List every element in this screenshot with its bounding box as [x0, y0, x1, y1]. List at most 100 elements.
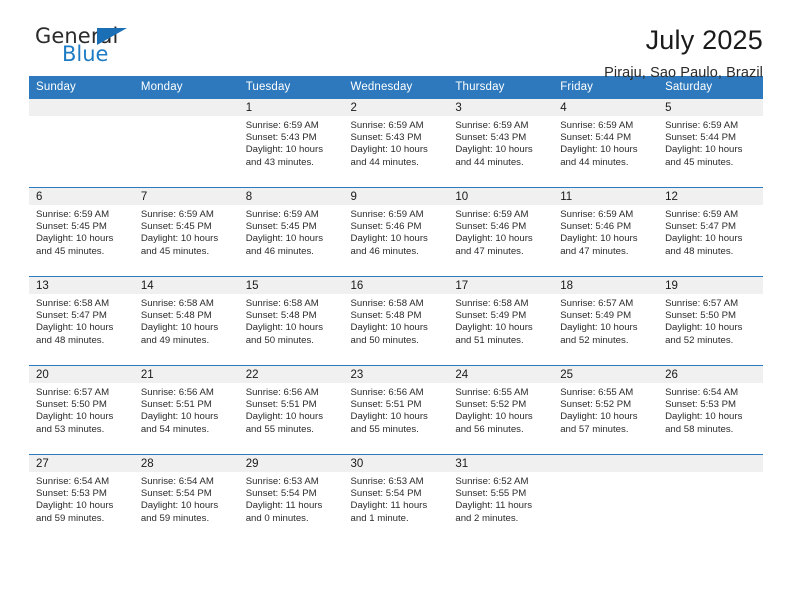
logo-text-blue: Blue — [62, 42, 109, 66]
calendar-day-cell[interactable]: 27 Sunrise: 6:54 AM Sunset: 5:53 PM Dayligh… — [29, 454, 134, 543]
calendar-day-cell[interactable]: 2 Sunrise: 6:59 AM Sunset: 5:43 PM Daylight… — [343, 99, 449, 188]
daylight-text: Daylight: 10 hours and 51 minutes. — [455, 322, 533, 346]
day-details: Sunrise: 6:53 AM Sunset: 5:54 PM Daylight:… — [239, 472, 344, 525]
calendar-day-cell[interactable]: 1 Sunrise: 6:59 AM Sunset: 5:43 PM Daylight… — [238, 99, 344, 188]
weekday-header-monday: Monday — [133, 76, 239, 99]
sunset-text: Sunset: 5:46 PM — [350, 221, 422, 233]
calendar-day-cell[interactable]: 14 Sunrise: 6:58 AM Sunset: 5:48 PM Dayligh… — [133, 276, 239, 366]
calendar-day-cell-empty — [29, 99, 134, 188]
sunset-text: Sunset: 5:48 PM — [245, 310, 317, 322]
day-number: 7 — [133, 188, 239, 205]
calendar-day-cell[interactable]: 18 Sunrise: 6:57 AM Sunset: 5:49 PM Dayligh… — [553, 276, 659, 366]
sunrise-text: Sunrise: 6:58 AM — [350, 298, 424, 309]
calendar-day-cell[interactable]: 30 Sunrise: 6:53 AM Sunset: 5:54 PM Dayligh… — [343, 454, 449, 543]
sunrise-text: Sunrise: 6:55 AM — [455, 387, 529, 398]
day-number: 23 — [343, 366, 449, 383]
sunrise-text: Sunrise: 6:58 AM — [245, 298, 319, 309]
calendar-day-cell[interactable]: 13 Sunrise: 6:58 AM Sunset: 5:47 PM Dayligh… — [29, 276, 134, 366]
calendar-week-row: 13 Sunrise: 6:58 AM Sunset: 5:47 PM Dayligh… — [29, 276, 763, 366]
daylight-text: Daylight: 10 hours and 49 minutes. — [140, 322, 219, 346]
day-number: 26 — [658, 366, 763, 383]
sunrise-text: Sunrise: 6:59 AM — [245, 209, 319, 220]
sunset-text: Sunset: 5:46 PM — [455, 221, 527, 233]
sunset-text: Sunset: 5:45 PM — [36, 221, 107, 233]
calendar-day-cell[interactable]: 3 Sunrise: 6:59 AM Sunset: 5:43 PM Daylight… — [448, 99, 554, 188]
day-details: Sunrise: 6:58 AM Sunset: 5:48 PM Daylight:… — [344, 294, 449, 347]
day-number: 29 — [238, 455, 344, 472]
daylight-text: Daylight: 11 hours and 2 minutes. — [455, 500, 532, 524]
calendar-day-cell[interactable]: 12 Sunrise: 6:59 AM Sunset: 5:47 PM Dayligh… — [658, 187, 763, 277]
daylight-text: Daylight: 10 hours and 56 minutes. — [455, 411, 533, 435]
weekday-header-wednesday: Wednesday — [343, 76, 449, 99]
day-details: Sunrise: 6:54 AM Sunset: 5:53 PM Daylight:… — [658, 383, 763, 436]
calendar-day-cell[interactable]: 11 Sunrise: 6:59 AM Sunset: 5:46 PM Dayligh… — [553, 187, 659, 277]
calendar-day-cell[interactable]: 9 Sunrise: 6:59 AM Sunset: 5:46 PM Daylight… — [343, 187, 449, 277]
calendar-day-cell[interactable]: 21 Sunrise: 6:56 AM Sunset: 5:51 PM Dayligh… — [133, 365, 239, 455]
daylight-text: Daylight: 10 hours and 59 minutes. — [140, 500, 219, 524]
day-details: Sunrise: 6:55 AM Sunset: 5:52 PM Daylight:… — [448, 383, 553, 436]
calendar-day-cell[interactable]: 31 Sunrise: 6:52 AM Sunset: 5:55 PM Dayligh… — [448, 454, 554, 543]
calendar-day-cell[interactable]: 25 Sunrise: 6:55 AM Sunset: 5:52 PM Dayligh… — [553, 365, 659, 455]
day-details: Sunrise: 6:59 AM Sunset: 5:45 PM Daylight:… — [239, 205, 344, 258]
day-number: 19 — [658, 277, 763, 294]
day-number — [133, 99, 239, 116]
sunset-text: Sunset: 5:48 PM — [140, 310, 212, 322]
daylight-text: Daylight: 10 hours and 58 minutes. — [665, 411, 743, 435]
day-details: Sunrise: 6:59 AM Sunset: 5:46 PM Daylight:… — [553, 205, 658, 258]
day-number: 12 — [658, 188, 763, 205]
day-number: 11 — [553, 188, 659, 205]
daylight-text: Daylight: 10 hours and 44 minutes. — [455, 144, 533, 168]
day-details: Sunrise: 6:55 AM Sunset: 5:52 PM Daylight:… — [553, 383, 658, 436]
day-details: Sunrise: 6:59 AM Sunset: 5:43 PM Daylight:… — [448, 116, 553, 169]
day-details: Sunrise: 6:59 AM Sunset: 5:44 PM Daylight:… — [553, 116, 658, 169]
daylight-text: Daylight: 10 hours and 55 minutes. — [245, 411, 324, 435]
sunset-text: Sunset: 5:54 PM — [140, 488, 212, 500]
sunrise-text: Sunrise: 6:59 AM — [140, 209, 214, 220]
sunset-text: Sunset: 5:43 PM — [455, 132, 527, 144]
sunset-text: Sunset: 5:51 PM — [140, 399, 212, 411]
sunrise-text: Sunrise: 6:58 AM — [455, 298, 529, 309]
sunset-text: Sunset: 5:54 PM — [245, 488, 317, 500]
day-number: 17 — [448, 277, 554, 294]
sunrise-text: Sunrise: 6:55 AM — [560, 387, 634, 398]
day-number: 2 — [343, 99, 449, 116]
daylight-text: Daylight: 10 hours and 50 minutes. — [350, 322, 428, 346]
calendar-day-cell[interactable]: 5 Sunrise: 6:59 AM Sunset: 5:44 PM Daylight… — [658, 99, 763, 188]
calendar-day-cell[interactable]: 23 Sunrise: 6:56 AM Sunset: 5:51 PM Dayligh… — [343, 365, 449, 455]
day-details: Sunrise: 6:58 AM Sunset: 5:47 PM Daylight:… — [29, 294, 134, 347]
daylight-text: Daylight: 10 hours and 48 minutes. — [665, 233, 743, 257]
calendar-day-cell[interactable]: 19 Sunrise: 6:57 AM Sunset: 5:50 PM Dayligh… — [658, 276, 763, 366]
day-details: Sunrise: 6:57 AM Sunset: 5:49 PM Daylight:… — [553, 294, 658, 347]
calendar-day-cell-empty — [133, 99, 239, 188]
daylight-text: Daylight: 10 hours and 46 minutes. — [245, 233, 324, 257]
calendar-day-cell[interactable]: 22 Sunrise: 6:56 AM Sunset: 5:51 PM Dayligh… — [238, 365, 344, 455]
calendar-day-cell[interactable]: 10 Sunrise: 6:59 AM Sunset: 5:46 PM Dayligh… — [448, 187, 554, 277]
calendar-day-cell-empty — [658, 454, 763, 543]
calendar-day-cell[interactable]: 29 Sunrise: 6:53 AM Sunset: 5:54 PM Dayligh… — [238, 454, 344, 543]
general-blue-logo[interactable]: General Blue — [29, 26, 149, 72]
calendar-day-cell[interactable]: 4 Sunrise: 6:59 AM Sunset: 5:44 PM Daylight… — [553, 99, 659, 188]
weekday-header-thursday: Thursday — [448, 76, 554, 99]
daylight-text: Daylight: 10 hours and 53 minutes. — [36, 411, 114, 435]
sunrise-text: Sunrise: 6:56 AM — [140, 387, 214, 398]
daylight-text: Daylight: 10 hours and 47 minutes. — [455, 233, 533, 257]
calendar-day-cell[interactable]: 28 Sunrise: 6:54 AM Sunset: 5:54 PM Dayligh… — [133, 454, 239, 543]
day-number: 30 — [343, 455, 449, 472]
day-details: Sunrise: 6:56 AM Sunset: 5:51 PM Daylight:… — [344, 383, 449, 436]
calendar-day-cell[interactable]: 24 Sunrise: 6:55 AM Sunset: 5:52 PM Dayligh… — [448, 365, 554, 455]
calendar-day-cell[interactable]: 20 Sunrise: 6:57 AM Sunset: 5:50 PM Dayligh… — [29, 365, 134, 455]
day-details: Sunrise: 6:57 AM Sunset: 5:50 PM Daylight:… — [29, 383, 134, 436]
sunset-text: Sunset: 5:52 PM — [455, 399, 527, 411]
calendar-day-cell[interactable]: 26 Sunrise: 6:54 AM Sunset: 5:53 PM Dayligh… — [658, 365, 763, 455]
sunrise-text: Sunrise: 6:54 AM — [140, 476, 214, 487]
calendar-day-cell[interactable]: 8 Sunrise: 6:59 AM Sunset: 5:45 PM Daylight… — [238, 187, 344, 277]
calendar-day-cell[interactable]: 17 Sunrise: 6:58 AM Sunset: 5:49 PM Dayligh… — [448, 276, 554, 366]
calendar-day-cell[interactable]: 16 Sunrise: 6:58 AM Sunset: 5:48 PM Dayligh… — [343, 276, 449, 366]
day-details: Sunrise: 6:58 AM Sunset: 5:48 PM Daylight:… — [134, 294, 239, 347]
calendar-day-cell[interactable]: 7 Sunrise: 6:59 AM Sunset: 5:45 PM Daylight… — [133, 187, 239, 277]
daylight-text: Daylight: 10 hours and 45 minutes. — [36, 233, 114, 257]
sunrise-text: Sunrise: 6:54 AM — [665, 387, 739, 398]
calendar-day-cell[interactable]: 15 Sunrise: 6:58 AM Sunset: 5:48 PM Dayligh… — [238, 276, 344, 366]
day-number: 18 — [553, 277, 659, 294]
calendar-day-cell[interactable]: 6 Sunrise: 6:59 AM Sunset: 5:45 PM Daylight… — [29, 187, 134, 277]
